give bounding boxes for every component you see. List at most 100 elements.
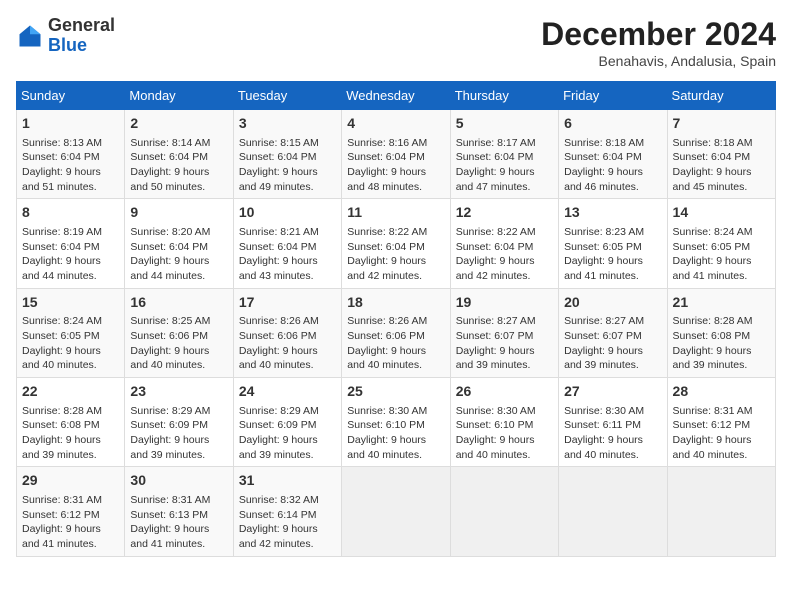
day-number: 2 [130, 114, 227, 134]
day-info: Sunrise: 8:13 AM Sunset: 6:04 PM Dayligh… [22, 136, 119, 195]
calendar-day-cell: 13Sunrise: 8:23 AM Sunset: 6:05 PM Dayli… [559, 199, 667, 288]
calendar-day-cell: 9Sunrise: 8:20 AM Sunset: 6:04 PM Daylig… [125, 199, 233, 288]
calendar-day-cell: 29Sunrise: 8:31 AM Sunset: 6:12 PM Dayli… [17, 467, 125, 556]
title-block: December 2024 Benahavis, Andalusia, Spai… [541, 16, 776, 69]
day-info: Sunrise: 8:15 AM Sunset: 6:04 PM Dayligh… [239, 136, 336, 195]
day-info: Sunrise: 8:16 AM Sunset: 6:04 PM Dayligh… [347, 136, 444, 195]
calendar-day-cell: 21Sunrise: 8:28 AM Sunset: 6:08 PM Dayli… [667, 288, 775, 377]
day-number: 13 [564, 203, 661, 223]
calendar-day-cell: 5Sunrise: 8:17 AM Sunset: 6:04 PM Daylig… [450, 110, 558, 199]
day-info: Sunrise: 8:25 AM Sunset: 6:06 PM Dayligh… [130, 314, 227, 373]
day-number: 1 [22, 114, 119, 134]
calendar-day-cell [559, 467, 667, 556]
day-number: 5 [456, 114, 553, 134]
calendar-day-cell: 31Sunrise: 8:32 AM Sunset: 6:14 PM Dayli… [233, 467, 341, 556]
day-number: 20 [564, 293, 661, 313]
day-number: 7 [673, 114, 770, 134]
day-info: Sunrise: 8:14 AM Sunset: 6:04 PM Dayligh… [130, 136, 227, 195]
day-number: 30 [130, 471, 227, 491]
weekday-header-friday: Friday [559, 82, 667, 110]
day-info: Sunrise: 8:28 AM Sunset: 6:08 PM Dayligh… [673, 314, 770, 373]
day-number: 19 [456, 293, 553, 313]
calendar-day-cell: 2Sunrise: 8:14 AM Sunset: 6:04 PM Daylig… [125, 110, 233, 199]
day-info: Sunrise: 8:24 AM Sunset: 6:05 PM Dayligh… [673, 225, 770, 284]
day-number: 31 [239, 471, 336, 491]
calendar-day-cell: 11Sunrise: 8:22 AM Sunset: 6:04 PM Dayli… [342, 199, 450, 288]
day-info: Sunrise: 8:26 AM Sunset: 6:06 PM Dayligh… [347, 314, 444, 373]
day-number: 8 [22, 203, 119, 223]
calendar-day-cell: 3Sunrise: 8:15 AM Sunset: 6:04 PM Daylig… [233, 110, 341, 199]
day-info: Sunrise: 8:26 AM Sunset: 6:06 PM Dayligh… [239, 314, 336, 373]
day-info: Sunrise: 8:19 AM Sunset: 6:04 PM Dayligh… [22, 225, 119, 284]
day-info: Sunrise: 8:27 AM Sunset: 6:07 PM Dayligh… [456, 314, 553, 373]
calendar-day-cell: 30Sunrise: 8:31 AM Sunset: 6:13 PM Dayli… [125, 467, 233, 556]
weekday-header-sunday: Sunday [17, 82, 125, 110]
day-number: 23 [130, 382, 227, 402]
calendar-day-cell: 4Sunrise: 8:16 AM Sunset: 6:04 PM Daylig… [342, 110, 450, 199]
day-info: Sunrise: 8:30 AM Sunset: 6:10 PM Dayligh… [456, 404, 553, 463]
calendar-week-row: 1Sunrise: 8:13 AM Sunset: 6:04 PM Daylig… [17, 110, 776, 199]
day-number: 3 [239, 114, 336, 134]
logo-blue-text: Blue [48, 36, 115, 56]
day-number: 9 [130, 203, 227, 223]
calendar-day-cell: 19Sunrise: 8:27 AM Sunset: 6:07 PM Dayli… [450, 288, 558, 377]
day-info: Sunrise: 8:29 AM Sunset: 6:09 PM Dayligh… [239, 404, 336, 463]
day-info: Sunrise: 8:30 AM Sunset: 6:10 PM Dayligh… [347, 404, 444, 463]
calendar-day-cell: 7Sunrise: 8:18 AM Sunset: 6:04 PM Daylig… [667, 110, 775, 199]
day-number: 26 [456, 382, 553, 402]
logo-icon [16, 22, 44, 50]
day-info: Sunrise: 8:24 AM Sunset: 6:05 PM Dayligh… [22, 314, 119, 373]
weekday-header-thursday: Thursday [450, 82, 558, 110]
calendar-day-cell: 1Sunrise: 8:13 AM Sunset: 6:04 PM Daylig… [17, 110, 125, 199]
day-info: Sunrise: 8:29 AM Sunset: 6:09 PM Dayligh… [130, 404, 227, 463]
calendar-table: SundayMondayTuesdayWednesdayThursdayFrid… [16, 81, 776, 557]
calendar-day-cell: 14Sunrise: 8:24 AM Sunset: 6:05 PM Dayli… [667, 199, 775, 288]
weekday-row: SundayMondayTuesdayWednesdayThursdayFrid… [17, 82, 776, 110]
day-number: 24 [239, 382, 336, 402]
day-number: 14 [673, 203, 770, 223]
day-info: Sunrise: 8:31 AM Sunset: 6:13 PM Dayligh… [130, 493, 227, 552]
calendar-day-cell: 8Sunrise: 8:19 AM Sunset: 6:04 PM Daylig… [17, 199, 125, 288]
calendar-day-cell: 28Sunrise: 8:31 AM Sunset: 6:12 PM Dayli… [667, 378, 775, 467]
calendar-day-cell: 15Sunrise: 8:24 AM Sunset: 6:05 PM Dayli… [17, 288, 125, 377]
day-info: Sunrise: 8:18 AM Sunset: 6:04 PM Dayligh… [564, 136, 661, 195]
calendar-day-cell: 10Sunrise: 8:21 AM Sunset: 6:04 PM Dayli… [233, 199, 341, 288]
day-info: Sunrise: 8:18 AM Sunset: 6:04 PM Dayligh… [673, 136, 770, 195]
page-header: General Blue December 2024 Benahavis, An… [16, 16, 776, 69]
weekday-header-saturday: Saturday [667, 82, 775, 110]
day-info: Sunrise: 8:17 AM Sunset: 6:04 PM Dayligh… [456, 136, 553, 195]
calendar-week-row: 29Sunrise: 8:31 AM Sunset: 6:12 PM Dayli… [17, 467, 776, 556]
day-number: 27 [564, 382, 661, 402]
calendar-day-cell: 6Sunrise: 8:18 AM Sunset: 6:04 PM Daylig… [559, 110, 667, 199]
day-number: 18 [347, 293, 444, 313]
day-number: 28 [673, 382, 770, 402]
day-number: 10 [239, 203, 336, 223]
calendar-day-cell: 12Sunrise: 8:22 AM Sunset: 6:04 PM Dayli… [450, 199, 558, 288]
day-number: 21 [673, 293, 770, 313]
day-info: Sunrise: 8:28 AM Sunset: 6:08 PM Dayligh… [22, 404, 119, 463]
location-subtitle: Benahavis, Andalusia, Spain [541, 53, 776, 69]
day-number: 17 [239, 293, 336, 313]
day-info: Sunrise: 8:31 AM Sunset: 6:12 PM Dayligh… [673, 404, 770, 463]
calendar-day-cell: 20Sunrise: 8:27 AM Sunset: 6:07 PM Dayli… [559, 288, 667, 377]
calendar-day-cell [342, 467, 450, 556]
calendar-day-cell: 18Sunrise: 8:26 AM Sunset: 6:06 PM Dayli… [342, 288, 450, 377]
day-info: Sunrise: 8:32 AM Sunset: 6:14 PM Dayligh… [239, 493, 336, 552]
day-info: Sunrise: 8:23 AM Sunset: 6:05 PM Dayligh… [564, 225, 661, 284]
day-number: 4 [347, 114, 444, 134]
day-number: 6 [564, 114, 661, 134]
calendar-body: 1Sunrise: 8:13 AM Sunset: 6:04 PM Daylig… [17, 110, 776, 557]
logo-general-text: General [48, 16, 115, 36]
calendar-week-row: 22Sunrise: 8:28 AM Sunset: 6:08 PM Dayli… [17, 378, 776, 467]
day-info: Sunrise: 8:31 AM Sunset: 6:12 PM Dayligh… [22, 493, 119, 552]
day-info: Sunrise: 8:30 AM Sunset: 6:11 PM Dayligh… [564, 404, 661, 463]
day-number: 11 [347, 203, 444, 223]
weekday-header-wednesday: Wednesday [342, 82, 450, 110]
day-info: Sunrise: 8:20 AM Sunset: 6:04 PM Dayligh… [130, 225, 227, 284]
weekday-header-monday: Monday [125, 82, 233, 110]
logo: General Blue [16, 16, 115, 56]
day-number: 15 [22, 293, 119, 313]
calendar-day-cell: 27Sunrise: 8:30 AM Sunset: 6:11 PM Dayli… [559, 378, 667, 467]
day-number: 12 [456, 203, 553, 223]
day-info: Sunrise: 8:21 AM Sunset: 6:04 PM Dayligh… [239, 225, 336, 284]
